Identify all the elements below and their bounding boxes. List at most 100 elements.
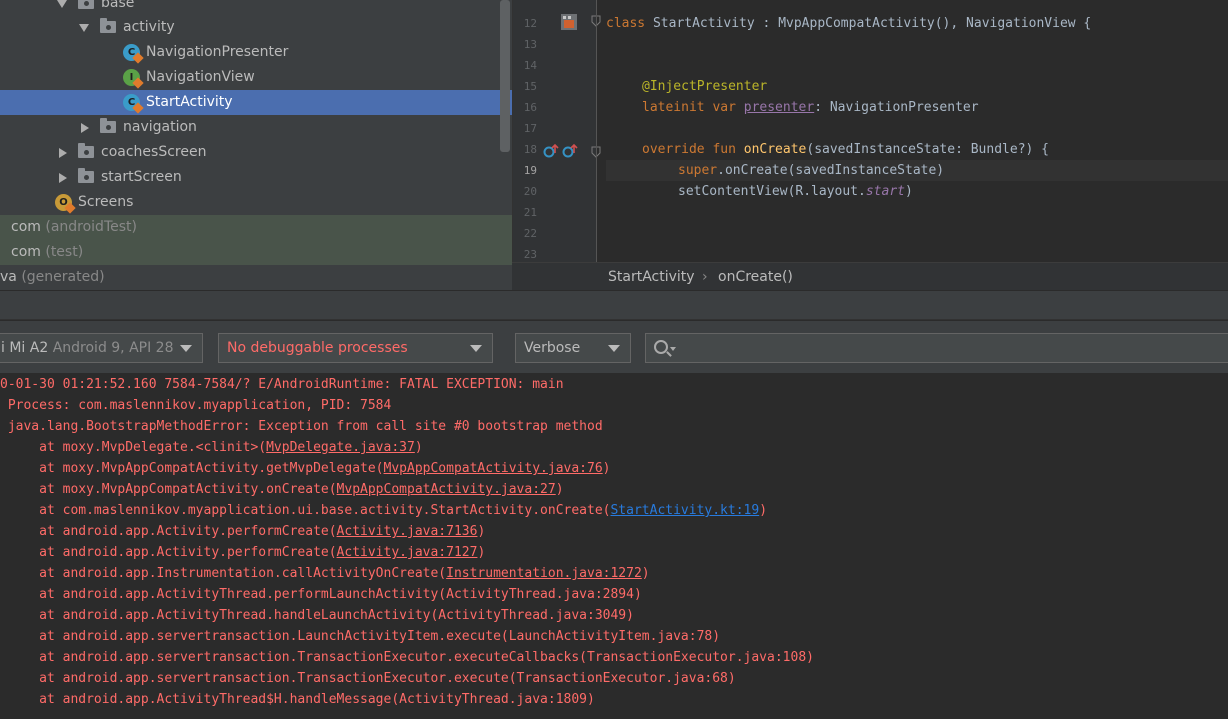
tree-scrollbar[interactable]: [500, 0, 510, 152]
log-text: ): [759, 503, 768, 518]
code-line-15[interactable]: @InjectPresenter: [606, 76, 1228, 97]
line-number: 17: [523, 122, 537, 135]
log-line: at android.app.servertransaction.Transac…: [0, 668, 736, 689]
tree-folder-activity[interactable]: activity: [0, 15, 512, 40]
project-tree-panel: base activity C NavigationPresenter I Na…: [0, 0, 512, 290]
log-line: at moxy.MvpDelegate.<clinit>(MvpDelegate…: [0, 437, 423, 458]
logcat-toolbar: i Mi A2 Android 9, API 28 No debuggable …: [0, 321, 1228, 374]
editor-breadcrumb: StartActivity › onCreate(): [512, 262, 1228, 290]
property-reference: start: [865, 184, 905, 199]
tree-label: base: [101, 0, 135, 11]
log-text: at moxy.MvpDelegate.<clinit>(: [0, 440, 267, 455]
override-method-icon[interactable]: [543, 143, 579, 159]
property-name: presenter: [743, 100, 815, 115]
code-text: (savedInstanceState): [787, 163, 945, 178]
code-text: .: [717, 163, 725, 178]
tree-label: coachesScreen: [101, 144, 207, 160]
search-icon[interactable]: [654, 340, 668, 354]
breadcrumb-method[interactable]: onCreate(): [718, 263, 793, 291]
tree-label-group: com (androidTest): [11, 215, 137, 240]
stacktrace-link[interactable]: MvpAppCompatActivity.java:76: [384, 461, 603, 476]
tree-label-suffix: (generated): [16, 269, 105, 285]
log-text: at android.app.servertransaction.Transac…: [0, 650, 814, 665]
line-number: 20: [523, 185, 537, 198]
tree-file-navigation-view[interactable]: I NavigationView: [0, 65, 512, 90]
breadcrumb-class[interactable]: StartActivity: [608, 263, 695, 291]
tree-label-group: com (test): [11, 240, 83, 265]
tree-label: Screens: [78, 194, 134, 210]
tree-package-generated[interactable]: va (generated): [0, 265, 512, 290]
expand-arrow-icon[interactable]: [57, 0, 67, 8]
code-editor[interactable]: 12 13 14 15 16 17 18 19 20 21 22 23 clas…: [512, 0, 1228, 262]
tree-label: NavigationPresenter: [146, 44, 289, 60]
log-line: at com.maslennikov.myapplication.ui.base…: [0, 500, 767, 521]
log-line: 0-01-30 01:21:52.160 7584-7584/? E/Andro…: [0, 374, 564, 395]
stacktrace-link[interactable]: Activity.java:7136: [337, 524, 478, 539]
kotlin-class-icon: C: [123, 94, 144, 114]
android-activity-icon[interactable]: [559, 12, 579, 32]
code-line-19[interactable]: super.onCreate(savedInstanceState): [606, 160, 1228, 181]
logcat-search-input[interactable]: [680, 336, 1220, 360]
device-detail: Android 9, API 28: [48, 340, 174, 356]
logcat-search-box[interactable]: [645, 333, 1228, 363]
log-level-value: Verbose: [524, 340, 581, 356]
collapse-arrow-icon[interactable]: [59, 173, 67, 183]
collapse-arrow-icon[interactable]: [59, 148, 67, 158]
logcat-output[interactable]: 0-01-30 01:21:52.160 7584-7584/? E/Andro…: [0, 374, 1228, 719]
log-text: at moxy.MvpAppCompatActivity.getMvpDeleg…: [0, 461, 384, 476]
log-line: at moxy.MvpAppCompatActivity.onCreate(Mv…: [0, 479, 564, 500]
kotlin-interface-icon: I: [123, 69, 144, 89]
process-name: No debuggable processes: [227, 340, 408, 356]
tree-label: com: [11, 219, 41, 235]
line-number: 21: [523, 206, 537, 219]
stacktrace-link[interactable]: Instrumentation.java:1272: [446, 566, 642, 581]
panel-divider[interactable]: [0, 290, 1228, 320]
function-name: onCreate: [743, 142, 807, 157]
log-level-select[interactable]: Verbose: [515, 333, 631, 363]
chevron-down-icon: [180, 345, 192, 352]
tree-folder-base[interactable]: base: [0, 0, 512, 16]
tree-file-screens[interactable]: O Screens: [0, 190, 512, 215]
process-select[interactable]: No debuggable processes: [218, 333, 493, 363]
stacktrace-link[interactable]: MvpDelegate.java:37: [266, 440, 415, 455]
keyword: super: [678, 163, 718, 178]
gutter-divider: [596, 0, 597, 262]
device-name: i Mi A2: [1, 340, 49, 356]
code-line-20[interactable]: setContentView(R.layout.start): [606, 181, 1228, 202]
log-text: Process: com.maslennikov.myapplication, …: [0, 398, 392, 413]
code-line-18[interactable]: override fun onCreate(savedInstanceState…: [606, 139, 1228, 160]
collapse-arrow-icon[interactable]: [81, 123, 89, 133]
stacktrace-link[interactable]: MvpAppCompatActivity.java:27: [337, 482, 556, 497]
device-select[interactable]: i Mi A2 Android 9, API 28: [0, 333, 203, 363]
editor-gutter[interactable]: 12 13 14 15 16 17 18 19 20 21 22 23: [513, 0, 601, 262]
tree-package-test[interactable]: com (test): [0, 240, 512, 265]
search-history-chevron-icon[interactable]: [670, 347, 676, 351]
line-number: 22: [523, 227, 537, 240]
stacktrace-link[interactable]: Activity.java:7127: [337, 545, 478, 560]
log-line: at android.app.ActivityThread.handleLaun…: [0, 605, 634, 626]
code-line-16[interactable]: lateinit var presenter: NavigationPresen…: [606, 97, 1228, 118]
tree-package-android-test[interactable]: com (androidTest): [0, 215, 512, 240]
code-text: onCreate: [724, 163, 788, 178]
tree-folder-navigation[interactable]: navigation: [0, 115, 512, 140]
log-text: at android.app.Activity.performCreate(: [0, 545, 337, 560]
log-text: ): [555, 482, 564, 497]
line-number: 15: [523, 80, 537, 93]
line-number: 16: [523, 101, 537, 114]
tree-label: activity: [123, 19, 175, 35]
tree-folder-coaches-screen[interactable]: coachesScreen: [0, 140, 512, 165]
log-line: at android.app.Activity.performCreate(Ac…: [0, 542, 485, 563]
log-line: at android.app.ActivityThread$H.handleMe…: [0, 689, 595, 710]
code-line-12[interactable]: class StartActivity : MvpAppCompatActivi…: [606, 13, 1228, 34]
tree-folder-start-screen[interactable]: startScreen: [0, 165, 512, 190]
line-number: 23: [523, 248, 537, 261]
log-line: at android.app.servertransaction.Transac…: [0, 647, 814, 668]
tree-file-start-activity[interactable]: C StartActivity: [0, 90, 512, 115]
line-number: 13: [523, 38, 537, 51]
tree-file-navigation-presenter[interactable]: C NavigationPresenter: [0, 40, 512, 65]
log-text: at android.app.ActivityThread.handleLaun…: [0, 608, 634, 623]
code-text: : NavigationPresenter: [814, 100, 979, 115]
line-number: 14: [523, 59, 537, 72]
expand-arrow-icon[interactable]: [79, 24, 89, 32]
stacktrace-link-project[interactable]: StartActivity.kt:19: [610, 503, 759, 518]
